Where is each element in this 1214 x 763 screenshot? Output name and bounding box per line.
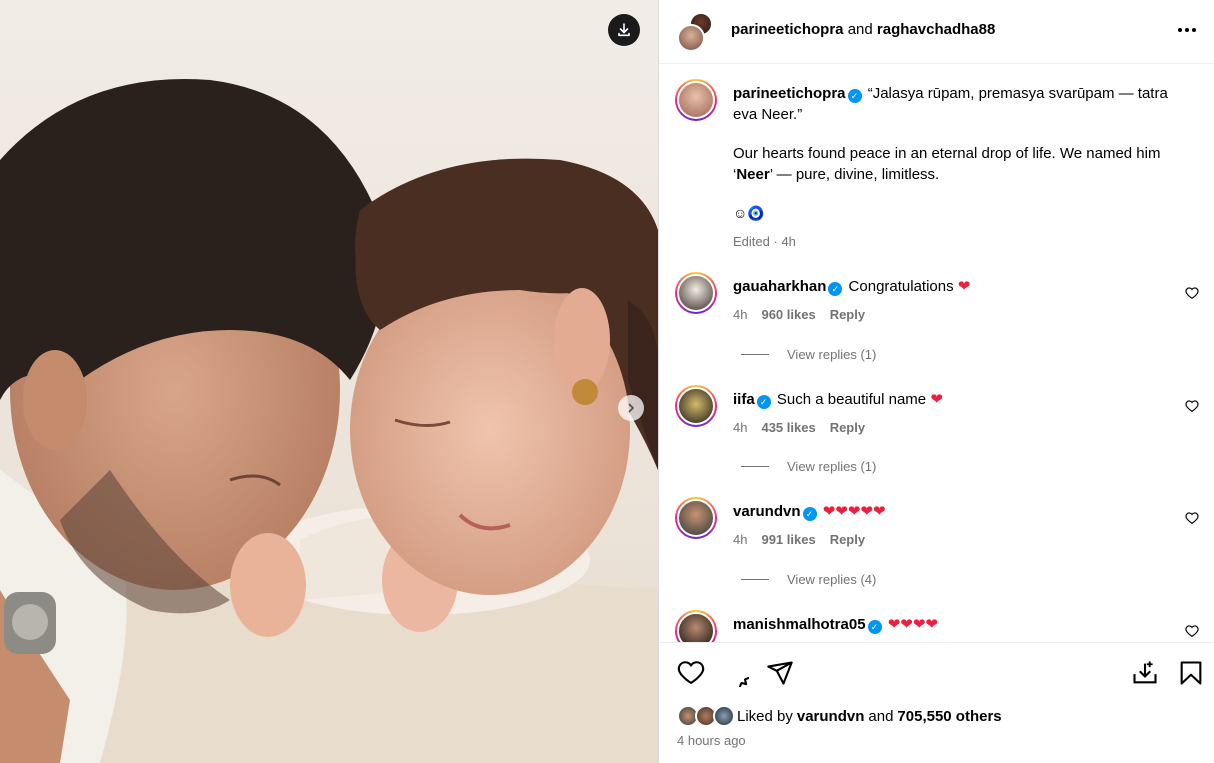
post-side-panel: parineetichopra and raghavchadha88 parin… <box>658 0 1214 763</box>
comment-icon[interactable] <box>721 659 749 687</box>
liked-by-user[interactable]: varundvn <box>797 708 865 725</box>
heart-emoji: ❤❤❤❤ <box>887 616 938 633</box>
comment-text: manishmalhotra05 ✓ ❤❤❤❤ <box>733 614 1193 635</box>
caption-bold-name: Neer <box>736 166 770 183</box>
avatar <box>713 705 735 727</box>
collab-usernames: parineetichopra and raghavchadha88 <box>731 21 995 38</box>
caption-text: parineetichopra ✓ “Jalasya rūpam, premasy… <box>733 83 1193 125</box>
edited-label: Edited <box>733 234 770 249</box>
liked-by-and: and <box>868 707 894 725</box>
heart-icon[interactable] <box>1185 624 1199 638</box>
heart-icon[interactable] <box>1185 286 1199 300</box>
view-replies-label: View replies (1) <box>787 347 877 362</box>
collab-avatars[interactable] <box>677 12 715 52</box>
share-icon[interactable] <box>766 659 794 687</box>
heart-emoji: ❤ <box>957 278 971 295</box>
comment-item: manishmalhotra05 ✓ ❤❤❤❤ <box>675 610 1205 642</box>
comments-scroll-area[interactable]: parineetichopra ✓ “Jalasya rūpam, premasy… <box>659 65 1214 642</box>
liked-by-label: Liked by <box>737 707 793 725</box>
comment-time: 4h <box>733 532 748 547</box>
view-replies-button[interactable]: View replies (1) <box>741 459 876 474</box>
view-replies-label: View replies (1) <box>787 459 877 474</box>
verified-badge-icon: ✓ <box>847 89 862 103</box>
comment-body: Such a beautiful name <box>776 391 927 408</box>
comment-likes[interactable]: 960 likes <box>761 307 815 322</box>
verified-badge-icon: ✓ <box>828 282 843 296</box>
comment-text: iifa ✓ Such a beautiful name ❤ <box>733 389 1193 410</box>
likes-count[interactable]: 705,550 others <box>897 708 1001 725</box>
avatar <box>677 24 705 52</box>
verified-badge-icon: ✓ <box>756 395 771 409</box>
avatar[interactable] <box>675 497 717 539</box>
comment-meta: 4h 960 likes Reply <box>733 307 865 322</box>
heart-emoji: ❤❤❤❤❤ <box>822 503 886 520</box>
avatar[interactable] <box>675 79 717 121</box>
comment-item: gauaharkhan ✓ Congratulations ❤ 4h 960 lik… <box>675 272 1205 372</box>
liked-avatars <box>677 705 737 727</box>
download-icon[interactable] <box>1131 659 1159 687</box>
comment-item: iifa ✓ Such a beautiful name ❤ 4h 435 like… <box>675 385 1205 485</box>
comment-username[interactable]: manishmalhotra05 <box>733 616 866 633</box>
heart-icon[interactable] <box>677 659 705 687</box>
caption-username[interactable]: parineetichopra <box>733 85 846 102</box>
caption-time: 4h <box>781 234 796 249</box>
post-view: parineetichopra and raghavchadha88 parin… <box>0 0 1214 763</box>
view-replies-button[interactable]: View replies (4) <box>741 572 876 587</box>
caption-emojis: ☺🧿 <box>733 205 765 221</box>
verified-badge-icon: ✓ <box>802 507 817 521</box>
username-link[interactable]: parineetichopra <box>731 21 844 38</box>
next-media-button[interactable] <box>618 395 644 421</box>
verified-badge-icon: ✓ <box>867 620 882 634</box>
comment-username[interactable]: iifa <box>733 391 755 408</box>
post-photo <box>0 0 658 763</box>
post-header: parineetichopra and raghavchadha88 <box>659 0 1214 64</box>
comment-likes[interactable]: 435 likes <box>761 420 815 435</box>
comment-meta: 4h 435 likes Reply <box>733 420 865 435</box>
comment-username[interactable]: gauaharkhan <box>733 278 826 295</box>
reply-button[interactable]: Reply <box>830 532 865 547</box>
post-media[interactable] <box>0 0 658 763</box>
comment-item: varundvn ✓ ❤❤❤❤❤ 4h 991 likes Reply View re… <box>675 497 1205 597</box>
reply-button[interactable]: Reply <box>830 307 865 322</box>
comment-time: 4h <box>733 307 748 322</box>
comment-time: 4h <box>733 420 748 435</box>
comment-meta: 4h 991 likes Reply <box>733 532 865 547</box>
liked-by: Liked by varundvn and 705,550 others <box>677 705 1002 727</box>
heart-icon[interactable] <box>1185 511 1199 525</box>
heart-emoji: ❤ <box>930 391 943 408</box>
caption-para-text: ’ — pure, divine, limitless. <box>769 166 940 183</box>
avatar[interactable] <box>675 610 717 642</box>
joiner-text: and <box>847 21 873 38</box>
comment-likes[interactable]: 991 likes <box>761 532 815 547</box>
caption-meta: Edited · 4h <box>733 234 796 249</box>
comment-username[interactable]: varundvn <box>733 503 801 520</box>
avatar[interactable] <box>675 272 717 314</box>
caption-paragraph: Our hearts found peace in an eternal dro… <box>733 143 1193 185</box>
post-actions: Liked by varundvn and 705,550 others 4 h… <box>659 642 1214 763</box>
more-icon <box>1178 28 1196 32</box>
more-options-button[interactable] <box>1175 18 1199 42</box>
chevron-right-icon <box>628 403 634 413</box>
bookmark-icon[interactable] <box>1177 659 1205 687</box>
username-link[interactable]: raghavchadha88 <box>877 21 995 38</box>
caption: parineetichopra ✓ “Jalasya rūpam, premasy… <box>675 79 1205 249</box>
avatar[interactable] <box>675 385 717 427</box>
comment-body: Congratulations <box>848 278 954 295</box>
post-time[interactable]: 4 hours ago <box>677 733 746 748</box>
view-replies-button[interactable]: View replies (1) <box>741 347 876 362</box>
media-download-button[interactable] <box>608 14 640 46</box>
comment-text: gauaharkhan ✓ Congratulations ❤ <box>733 276 1193 297</box>
reply-button[interactable]: Reply <box>830 420 865 435</box>
heart-icon[interactable] <box>1185 399 1199 413</box>
download-icon <box>618 23 630 37</box>
comment-text: varundvn ✓ ❤❤❤❤❤ <box>733 501 1193 522</box>
view-replies-label: View replies (4) <box>787 572 877 587</box>
